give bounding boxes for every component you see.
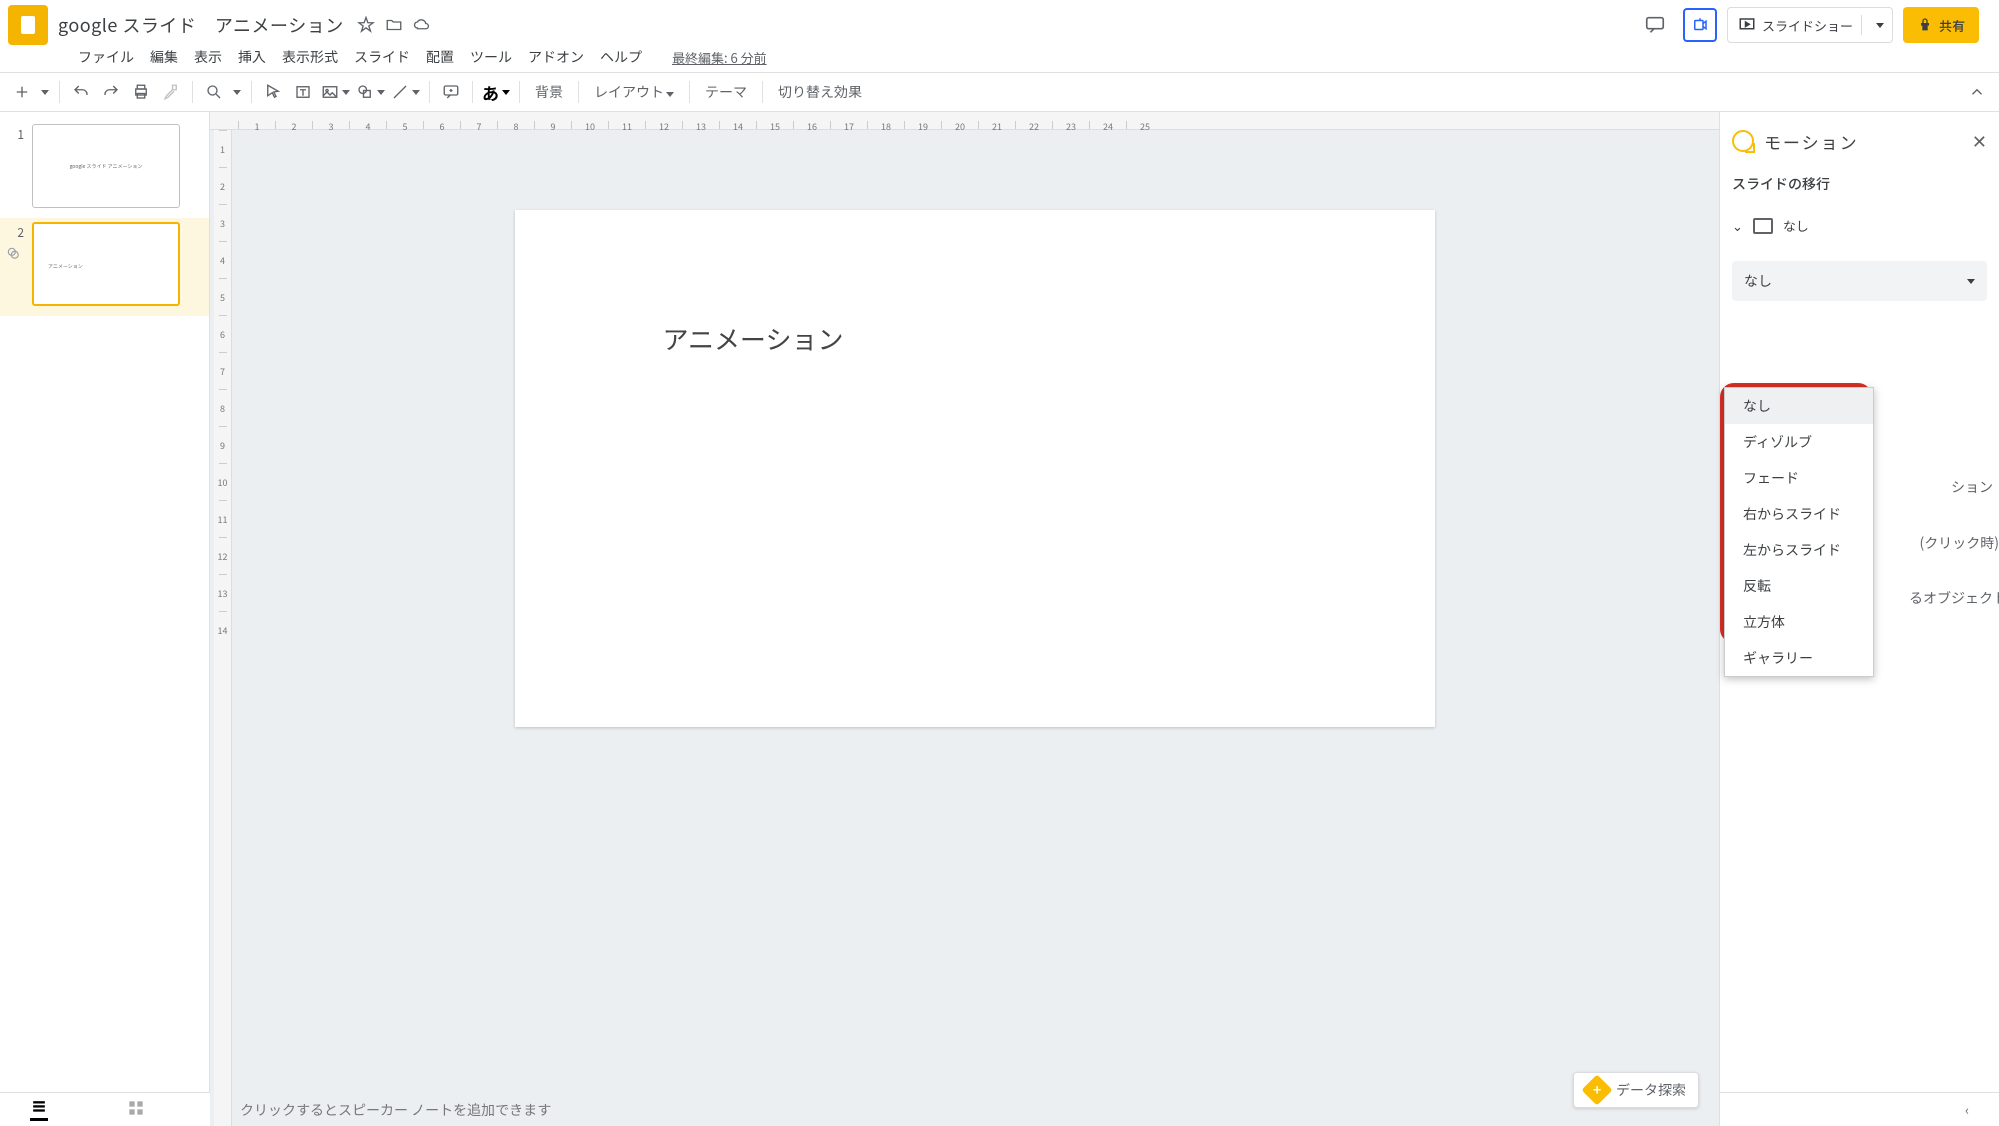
menu-addons[interactable]: アドオン bbox=[520, 43, 592, 71]
transition-row[interactable]: ⌄ なし bbox=[1732, 210, 1987, 241]
zoom-button[interactable] bbox=[200, 78, 228, 106]
theme-button[interactable]: テーマ bbox=[697, 82, 755, 102]
move-folder-icon[interactable] bbox=[384, 15, 404, 35]
transition-option[interactable]: 左からスライド bbox=[1725, 532, 1873, 568]
slide-canvas[interactable]: アニメーション bbox=[515, 210, 1435, 727]
paint-format-button[interactable] bbox=[157, 78, 185, 106]
image-tool[interactable] bbox=[319, 78, 352, 106]
explore-icon bbox=[1581, 1074, 1612, 1105]
new-slide-button[interactable] bbox=[8, 78, 36, 106]
undo-button[interactable] bbox=[67, 78, 95, 106]
slide-thumb-2[interactable]: 2 アニメーション bbox=[0, 218, 209, 316]
input-method-button[interactable]: あ bbox=[480, 78, 512, 106]
menu-edit[interactable]: 編集 bbox=[142, 43, 186, 71]
menu-arrange[interactable]: 配置 bbox=[418, 43, 462, 71]
close-panel-button[interactable]: ✕ bbox=[1972, 128, 1987, 154]
slide-preview: google スライド アニメーション bbox=[32, 124, 180, 208]
hidden-animation-text: ション bbox=[1951, 477, 1993, 497]
select-value: なし bbox=[1744, 271, 1772, 291]
menu-slide[interactable]: スライド bbox=[346, 43, 418, 71]
redo-button[interactable] bbox=[97, 78, 125, 106]
last-edit-link[interactable]: 最終編集: 6 分前 bbox=[664, 44, 775, 71]
chevron-down-icon: ⌄ bbox=[1732, 216, 1743, 235]
slideshow-button[interactable]: スライドショー bbox=[1727, 7, 1893, 43]
transition-option[interactable]: 反転 bbox=[1725, 568, 1873, 604]
transition-dropdown: なしディゾルブフェード右からスライド左からスライド反転立方体ギャラリー bbox=[1724, 387, 1874, 677]
toolbar: あ 背景 レイアウト テーマ 切り替え効果 bbox=[0, 72, 1999, 112]
print-button[interactable] bbox=[127, 78, 155, 106]
filmstrip-view-button[interactable] bbox=[30, 1099, 48, 1121]
share-button[interactable]: 共有 bbox=[1903, 7, 1979, 43]
comment-tool[interactable] bbox=[437, 78, 465, 106]
transition-option[interactable]: ディゾルブ bbox=[1725, 424, 1873, 460]
doc-title[interactable]: google スライド アニメーション bbox=[58, 12, 344, 38]
animation-indicator-icon bbox=[6, 246, 20, 264]
grid-view-button[interactable] bbox=[128, 1100, 144, 1120]
motion-panel: モーション ✕ スライドの移行 ⌄ なし なし ション (クリック時) るオブジ… bbox=[1719, 112, 1999, 1126]
menu-insert[interactable]: 挿入 bbox=[230, 43, 274, 71]
hidden-click-text: (クリック時) bbox=[1920, 533, 1999, 553]
slide-number: 1 bbox=[8, 124, 24, 208]
transition-current: なし bbox=[1783, 216, 1809, 235]
menu-view[interactable]: 表示 bbox=[186, 43, 230, 71]
layout-button[interactable]: レイアウト bbox=[586, 82, 682, 102]
textbox-tool[interactable] bbox=[289, 78, 317, 106]
slideshow-label: スライドショー bbox=[1762, 16, 1853, 35]
comments-icon[interactable] bbox=[1637, 7, 1673, 43]
slide-icon bbox=[1753, 218, 1773, 234]
shape-tool[interactable] bbox=[354, 78, 387, 106]
vertical-ruler: 1234567891011121314 bbox=[214, 130, 232, 1126]
transition-option[interactable]: なし bbox=[1725, 388, 1873, 424]
transition-select[interactable]: なし bbox=[1732, 261, 1987, 301]
cloud-status-icon[interactable] bbox=[412, 15, 432, 35]
slide-thumb-1[interactable]: 1 google スライド アニメーション bbox=[0, 120, 209, 218]
speaker-notes-placeholder[interactable]: クリックするとスピーカー ノートを追加できます bbox=[240, 1100, 551, 1120]
explore-button[interactable]: データ探索 bbox=[1573, 1072, 1699, 1108]
new-slide-caret[interactable] bbox=[38, 78, 52, 106]
transition-option[interactable]: フェード bbox=[1725, 460, 1873, 496]
app-slides-icon[interactable] bbox=[8, 5, 48, 45]
slide-text: アニメーション bbox=[515, 210, 1435, 357]
background-button[interactable]: 背景 bbox=[527, 82, 571, 102]
menu-help[interactable]: ヘルプ bbox=[592, 43, 650, 71]
menu-tools[interactable]: ツール bbox=[462, 43, 520, 71]
slide-number: 2 bbox=[8, 222, 24, 306]
star-icon[interactable] bbox=[356, 15, 376, 35]
hidden-object-text: るオブジェクトを選 bbox=[1909, 588, 1999, 608]
slideshow-dropdown-caret[interactable] bbox=[1876, 23, 1884, 28]
collapse-toolbar-button[interactable] bbox=[1963, 78, 1991, 106]
motion-title: モーション bbox=[1764, 129, 1859, 154]
explore-label: データ探索 bbox=[1616, 1080, 1686, 1100]
transition-section-label: スライドの移行 bbox=[1732, 174, 1987, 194]
transition-button[interactable]: 切り替え効果 bbox=[770, 82, 870, 102]
canvas-area: 1234567891011121314151617181920212223242… bbox=[210, 112, 1719, 1126]
menu-file[interactable]: ファイル bbox=[70, 43, 142, 71]
transition-option[interactable]: 立方体 bbox=[1725, 604, 1873, 640]
zoom-caret[interactable] bbox=[230, 78, 244, 106]
menu-format[interactable]: 表示形式 bbox=[274, 43, 346, 71]
transition-option[interactable]: 右からスライド bbox=[1725, 496, 1873, 532]
slide-preview: アニメーション bbox=[32, 222, 180, 306]
filmstrip: 1 google スライド アニメーション 2 アニメーション ‹ bbox=[0, 112, 210, 1126]
motion-icon bbox=[1732, 130, 1754, 152]
horizontal-ruler: 1234567891011121314151617181920212223242… bbox=[210, 112, 1719, 130]
line-tool[interactable] bbox=[389, 78, 422, 106]
menubar: ファイル 編集 表示 挿入 表示形式 スライド 配置 ツール アドオン ヘルプ … bbox=[0, 42, 1999, 72]
select-caret-icon bbox=[1967, 279, 1975, 284]
select-tool[interactable] bbox=[259, 78, 287, 106]
share-label: 共有 bbox=[1939, 16, 1965, 35]
present-meet-button[interactable] bbox=[1683, 8, 1717, 42]
transition-option[interactable]: ギャラリー bbox=[1725, 640, 1873, 676]
